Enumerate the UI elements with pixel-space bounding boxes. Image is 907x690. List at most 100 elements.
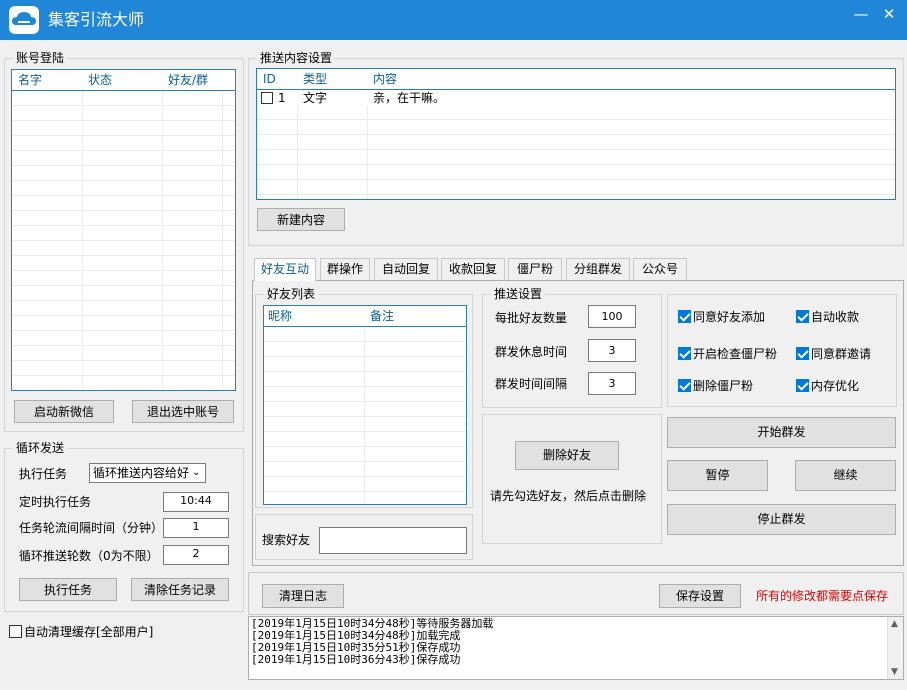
loop-send-title: 循环发送: [13, 441, 68, 455]
tab-payment-reply[interactable]: 收款回复: [441, 258, 505, 280]
tab-group-broadcast[interactable]: 分组群发: [566, 258, 630, 280]
delete-friend-group: 删除好友 请先勾选好友，然后点击删除: [482, 414, 662, 544]
push-content-title: 推送内容设置: [257, 51, 336, 65]
push-settings-group: 推送设置 每批好友数量 100 群发休息时间 3 群发时间间隔 3: [482, 287, 662, 408]
send-interval-label: 群发时间间隔: [495, 377, 568, 391]
friend-list[interactable]: 昵称 备注: [263, 305, 467, 505]
timer-input[interactable]: 10:44: [163, 492, 229, 512]
interval-label: 任务轮流间隔时间（分钟）: [19, 521, 164, 535]
account-list-header: 名字 状态 好友/群: [12, 70, 235, 91]
send-interval-input[interactable]: 3: [588, 372, 636, 395]
friend-list-title: 好友列表: [264, 287, 319, 301]
start-broadcast-button[interactable]: 开始群发: [667, 417, 896, 448]
tab-zombie-fans[interactable]: 僵尸粉: [508, 258, 562, 280]
options-group: 同意好友添加 自动收款 开启检查僵尸粉 同意群邀请 删除僵尸粉 内存优化: [667, 294, 897, 407]
save-settings-button[interactable]: 保存设置: [659, 584, 741, 608]
per-batch-input[interactable]: 100: [588, 305, 636, 328]
check-zombie-checkbox[interactable]: [678, 347, 691, 360]
table-row[interactable]: 1 文字 亲，在干嘛。: [257, 91, 895, 106]
resume-button[interactable]: 继续: [795, 460, 896, 491]
interval-input[interactable]: 1: [163, 518, 229, 538]
friend-list-rows: [264, 327, 466, 504]
cloud-logo-icon: [9, 6, 39, 34]
run-task-button[interactable]: 执行任务: [19, 578, 117, 601]
app-title: 集客引流大师: [48, 10, 145, 29]
search-friend-group: 搜索好友: [255, 514, 473, 560]
stop-broadcast-button[interactable]: 停止群发: [667, 504, 896, 535]
start-wechat-button[interactable]: 启动新微信: [14, 400, 114, 423]
row-content: 亲，在干嘛。: [373, 91, 446, 105]
rounds-input[interactable]: 2: [163, 545, 229, 565]
accept-friend-checkbox[interactable]: [678, 310, 691, 323]
logout-account-button[interactable]: 退出选中账号: [132, 400, 234, 423]
column-remark[interactable]: 备注: [370, 309, 394, 323]
column-type[interactable]: 类型: [303, 72, 327, 86]
log-scrollbar[interactable]: ▲ ▼: [887, 617, 903, 679]
push-content-list[interactable]: ID 类型 内容 1 文字 亲，在干嘛。: [256, 68, 896, 200]
close-icon[interactable]: ✕: [880, 6, 898, 22]
log-lines: [2019年1月15日10时34分48秒]等待服务器加载 [2019年1月15日…: [251, 618, 493, 666]
tab-official-account[interactable]: 公众号: [633, 258, 687, 280]
row-checkbox[interactable]: [261, 92, 273, 104]
auto-collect-label: 自动收款: [811, 310, 860, 324]
auto-collect-checkbox[interactable]: [796, 310, 809, 323]
account-list[interactable]: 名字 状态 好友/群: [11, 69, 236, 391]
log-area[interactable]: [2019年1月15日10时34分48秒]等待服务器加载 [2019年1月15日…: [248, 616, 904, 680]
timer-label: 定时执行任务: [19, 495, 92, 509]
account-login-group: 账号登陆 名字 状态 好友/群 启动新微信 退出选中账号: [4, 51, 244, 432]
account-list-rows: [12, 91, 235, 390]
loop-send-group: 循环发送 执行任务 循环推送内容给好 ⌄ 定时执行任务 10:44 任务轮流间隔…: [4, 441, 244, 612]
column-nickname[interactable]: 昵称: [268, 309, 292, 323]
column-status[interactable]: 状态: [88, 73, 112, 87]
row-id: 1: [278, 91, 286, 105]
column-friends-groups[interactable]: 好友/群: [168, 73, 208, 87]
row-type: 文字: [303, 91, 328, 105]
save-warning: 所有的修改都需要点保存: [756, 589, 889, 603]
scroll-up-icon[interactable]: ▲: [891, 619, 898, 629]
column-id[interactable]: ID: [263, 72, 276, 86]
accept-group-invite-label: 同意群邀请: [811, 347, 872, 361]
clear-log-button[interactable]: 清理日志: [262, 584, 344, 608]
friend-list-group: 好友列表 昵称 备注: [255, 287, 473, 508]
push-settings-title: 推送设置: [491, 287, 546, 301]
rest-time-input[interactable]: 3: [588, 339, 636, 362]
column-content[interactable]: 内容: [373, 72, 397, 86]
auto-clear-label: 自动清理缓存[全部用户]: [24, 625, 154, 639]
log-line: [2019年1月15日10时36分43秒]保存成功: [251, 653, 461, 666]
task-label: 执行任务: [19, 467, 68, 481]
push-content-header: ID 类型 内容: [257, 69, 895, 90]
new-content-button[interactable]: 新建内容: [257, 208, 345, 231]
pause-button[interactable]: 暂停: [667, 460, 768, 491]
title-bar: 集客引流大师 — ✕: [0, 0, 907, 40]
check-zombie-label: 开启检查僵尸粉: [693, 347, 778, 361]
task-select[interactable]: 循环推送内容给好 ⌄: [89, 463, 206, 483]
memory-optimize-label: 内存优化: [811, 379, 860, 393]
search-friend-label: 搜索好友: [262, 533, 311, 547]
minimize-icon[interactable]: —: [852, 6, 870, 22]
task-select-value: 循环推送内容给好: [93, 466, 189, 480]
rest-time-label: 群发休息时间: [495, 345, 568, 359]
tab-auto-reply[interactable]: 自动回复: [374, 258, 438, 280]
account-login-title: 账号登陆: [13, 51, 68, 65]
accept-group-invite-checkbox[interactable]: [796, 347, 809, 360]
push-content-group: 推送内容设置 ID 类型 内容 1 文字 亲，在干嘛。 新建内容: [248, 51, 904, 246]
delete-zombie-label: 删除僵尸粉: [693, 379, 754, 393]
push-content-rows: [257, 90, 895, 199]
column-name[interactable]: 名字: [18, 73, 42, 87]
auto-clear-checkbox[interactable]: [9, 625, 22, 638]
search-friend-input[interactable]: [319, 527, 467, 554]
clear-task-button[interactable]: 清除任务记录: [131, 578, 229, 601]
accept-friend-label: 同意好友添加: [693, 310, 766, 324]
scroll-down-icon[interactable]: ▼: [891, 667, 898, 677]
tab-friend-interaction[interactable]: 好友互动: [254, 258, 316, 281]
footer-bar: 清理日志 保存设置 所有的修改都需要点保存: [248, 572, 904, 615]
per-batch-label: 每批好友数量: [495, 311, 568, 325]
friend-list-header: 昵称 备注: [264, 306, 466, 327]
delete-hint: 请先勾选好友，然后点击删除: [490, 489, 647, 503]
rounds-label: 循环推送轮数（0为不限）: [19, 549, 159, 563]
delete-zombie-checkbox[interactable]: [678, 379, 691, 392]
memory-optimize-checkbox[interactable]: [796, 379, 809, 392]
tab-group-operation[interactable]: 群操作: [320, 258, 370, 280]
chevron-down-icon: ⌄: [192, 467, 201, 478]
delete-friend-button[interactable]: 删除好友: [515, 441, 619, 470]
